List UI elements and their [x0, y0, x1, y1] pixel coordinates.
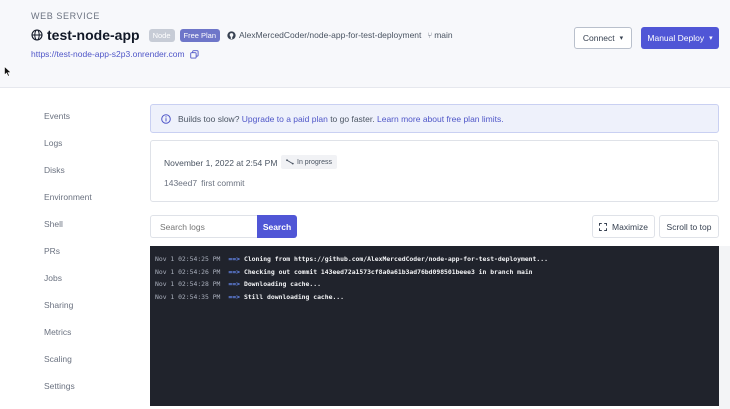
service-url-row: https://test-node-app-s2p3.onrender.com: [31, 49, 199, 59]
log-timestamp: Nov 1 02:54:35 PM: [155, 292, 221, 301]
service-header: WEB SERVICE test-node-app Node Free Plan…: [0, 0, 730, 88]
maximize-button[interactable]: Maximize: [592, 215, 655, 238]
sidebar-item-logs[interactable]: Logs: [44, 138, 62, 148]
log-timestamp: Nov 1 02:54:26 PM: [155, 267, 221, 276]
sidebar-item-sharing[interactable]: Sharing: [44, 300, 73, 310]
github-icon: [227, 30, 236, 40]
repo-link[interactable]: AlexMercedCoder/node-app-for-test-deploy…: [239, 30, 421, 40]
commit-hash-link[interactable]: 143eed7: [164, 178, 197, 188]
log-message: Cloning from https://github.com/AlexMerc…: [243, 255, 548, 264]
log-arrow: ==>: [228, 255, 240, 264]
manual-deploy-label: Manual Deploy: [647, 33, 705, 43]
page-scrollbar[interactable]: [719, 246, 730, 409]
connect-button[interactable]: Connect ▾: [574, 27, 632, 49]
info-icon: [161, 113, 171, 124]
log-console[interactable]: Nov 1 02:54:25 PM ==> Cloning from https…: [150, 246, 719, 406]
sidebar-item-scaling[interactable]: Scaling: [44, 354, 72, 364]
search-logs-input[interactable]: [150, 215, 258, 238]
sidebar-item-jobs[interactable]: Jobs: [44, 273, 62, 283]
log-message: Checking out commit 143eed72a1573cf8a0a6…: [243, 267, 533, 276]
log-line: Nov 1 02:54:26 PM ==> Checking out commi…: [150, 266, 719, 279]
log-timestamp: Nov 1 02:54:28 PM: [155, 280, 221, 289]
log-line: Nov 1 02:54:25 PM ==> Cloning from https…: [150, 253, 719, 266]
status-badge: In progress: [281, 155, 338, 169]
log-arrow: ==>: [228, 267, 240, 276]
scroll-to-top-button[interactable]: Scroll to top: [659, 215, 719, 238]
branch-name: main: [434, 30, 453, 40]
sidebar-item-metrics[interactable]: Metrics: [44, 327, 71, 337]
chevron-down-icon: ▾: [619, 35, 624, 42]
upgrade-banner: Builds too slow? Upgrade to a paid plan …: [150, 104, 719, 133]
maximize-icon: [599, 222, 608, 231]
in-progress-icon: [286, 159, 294, 165]
globe-icon: [31, 29, 43, 41]
banner-prefix: Builds too slow?: [178, 113, 240, 124]
runtime-badge: Node: [148, 28, 175, 42]
plan-badge: Free Plan: [179, 28, 221, 42]
sidebar-item-prs[interactable]: PRs: [44, 246, 60, 256]
maximize-label: Maximize: [612, 221, 648, 232]
commit-info: 143eed7 first commit: [164, 178, 245, 188]
service-title-row: test-node-app Node Free Plan AlexMercedC…: [31, 26, 453, 44]
log-line: Nov 1 02:54:28 PM ==> Downloading cache.…: [150, 278, 719, 291]
service-url-link[interactable]: https://test-node-app-s2p3.onrender.com: [31, 49, 185, 59]
sidebar-item-disks[interactable]: Disks: [44, 165, 65, 175]
deploy-date: November 1, 2022 at 2:54 PM: [164, 158, 278, 168]
connect-button-label: Connect: [582, 33, 615, 43]
sidebar-item-shell[interactable]: Shell: [44, 219, 63, 229]
sidebar-item-settings[interactable]: Settings: [44, 381, 75, 391]
free-plan-limits-link[interactable]: Learn more about free plan limits.: [377, 114, 504, 124]
status-text: In progress: [297, 158, 333, 166]
log-message: Downloading cache...: [243, 280, 321, 289]
chevron-down-icon: ▾: [709, 35, 713, 42]
banner-middle: to go faster.: [330, 113, 375, 124]
log-message: Still downloading cache...: [243, 292, 345, 301]
deploy-card[interactable]: November 1, 2022 at 2:54 PM In progress …: [150, 140, 719, 202]
log-arrow: ==>: [228, 280, 240, 289]
sidebar-item-environment[interactable]: Environment: [44, 192, 92, 202]
copy-icon[interactable]: [189, 49, 199, 59]
log-arrow: ==>: [228, 292, 240, 301]
branch-icon: ⑂: [427, 30, 433, 40]
log-line: Nov 1 02:54:35 PM ==> Still downloading …: [150, 291, 719, 304]
commit-message: first commit: [201, 178, 245, 188]
upgrade-plan-link[interactable]: Upgrade to a paid plan: [242, 114, 328, 124]
manual-deploy-button[interactable]: Manual Deploy ▾: [641, 27, 719, 49]
search-button[interactable]: Search: [257, 215, 297, 238]
service-type-label: WEB SERVICE: [31, 11, 100, 21]
sidebar-item-events[interactable]: Events: [44, 111, 70, 121]
service-name: test-node-app: [47, 27, 140, 43]
mouse-cursor-icon: [4, 66, 12, 77]
log-timestamp: Nov 1 02:54:25 PM: [155, 255, 221, 264]
